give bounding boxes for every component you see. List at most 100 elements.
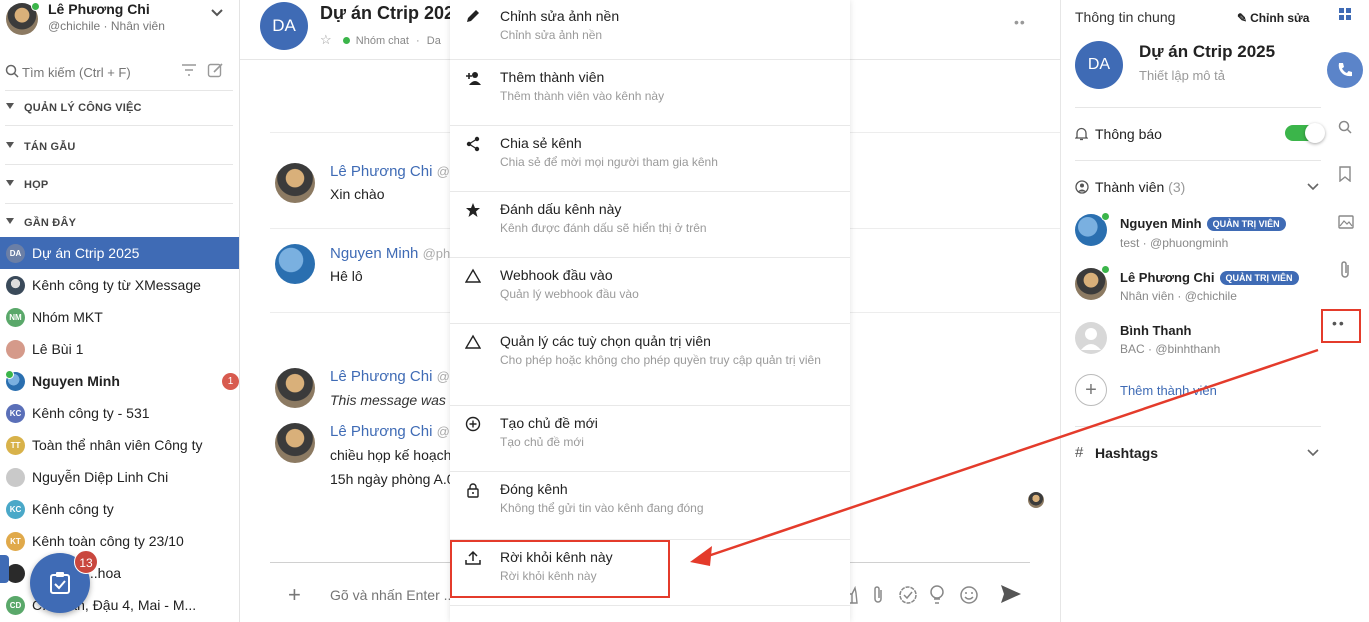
emoji-icon[interactable] [959, 585, 979, 605]
paperclip-icon[interactable] [1338, 261, 1352, 279]
notification-toggle[interactable] [1285, 123, 1325, 143]
user-circle-icon [1075, 180, 1089, 194]
task-count-badge: 13 [74, 550, 98, 574]
add-member-link[interactable]: Thêm thành viên [1120, 383, 1217, 398]
channel-item[interactable]: TT Toàn thể nhân viên Công ty [0, 429, 239, 461]
meta-separator: · [416, 35, 420, 47]
message-avatar[interactable] [275, 163, 315, 203]
message-author[interactable]: Nguyen Minh @ph [330, 245, 450, 262]
channel-item[interactable]: KT Kênh toàn công ty 23/10 [0, 525, 239, 557]
plus-circle-icon [465, 416, 481, 432]
channel-name: Kênh công ty - 531 [32, 405, 150, 421]
more-options-icon[interactable]: •• [1014, 14, 1026, 30]
edit-info-button[interactable]: ✎ Chỉnh sửa [1237, 11, 1309, 25]
message-author[interactable]: Lê Phương Chi @c [330, 423, 456, 440]
menu-item-title: Đóng kênh [500, 481, 568, 497]
divider [1075, 426, 1321, 427]
member-subtitle: BAC · @binhthanh [1120, 342, 1221, 356]
lightbulb-icon[interactable] [929, 585, 945, 605]
add-member-icon[interactable]: + [1075, 374, 1107, 406]
channel-name: Kênh công ty [32, 501, 114, 517]
menu-item-add-member[interactable]: Thêm thành viên Thêm thành viên vào kênh… [450, 60, 850, 126]
channel-item[interactable]: KC Kênh công ty - 531 [0, 397, 239, 429]
member-name[interactable]: Bình Thanh [1120, 323, 1192, 338]
chevron-down-icon[interactable] [210, 6, 224, 20]
chevron-down-icon[interactable] [1307, 448, 1319, 458]
menu-item-close-channel[interactable]: Đóng kênh Không thể gửi tin vào kênh đan… [450, 472, 850, 540]
channel-item[interactable]: Nguyen Minh 1 [0, 365, 239, 397]
section-label: QUẢN LÝ CÔNG VIỆC [24, 102, 142, 114]
more-options-button-highlight[interactable]: •• [1321, 309, 1361, 343]
menu-item-share-channel[interactable]: Chia sẻ kênh Chia sẻ để mời mọi người th… [450, 126, 850, 192]
members-header[interactable]: Thành viên (3) [1095, 179, 1185, 195]
author-name: Nguyen Minh [330, 245, 419, 262]
channel-item-active[interactable]: DA Dự án Ctrip 2025 [0, 237, 239, 269]
sidebar: Lê Phương Chi @chichile · Nhân viên QUẢN… [0, 0, 240, 622]
members-count: (3) [1168, 179, 1186, 195]
message-author[interactable]: Lê Phương Chi @c [330, 163, 456, 180]
message-avatar[interactable] [275, 244, 315, 284]
section-meeting[interactable]: HỌP [0, 177, 239, 195]
search-bar [0, 58, 239, 86]
menu-item-bookmark-channel[interactable]: Đánh dấu kênh này Kênh được đánh dấu sẽ … [450, 192, 850, 258]
section-chat[interactable]: TÁN GẪU [0, 139, 239, 157]
star-icon[interactable]: ☆ [320, 32, 332, 47]
member-name-text: Lê Phương Chi [1120, 270, 1215, 285]
channel-item[interactable]: NM Nhóm MKT [0, 301, 239, 333]
info-avatar[interactable]: DA [1075, 41, 1123, 89]
member-name[interactable]: Lê Phương Chi QUẢN TRỊ VIÊN [1120, 270, 1299, 285]
triangle-icon [465, 268, 481, 283]
plus-icon[interactable]: + [288, 582, 301, 608]
section-work[interactable]: QUẢN LÝ CÔNG VIỆC [0, 100, 239, 118]
section-recent[interactable]: GẦN ĐÂY [0, 215, 239, 233]
send-icon[interactable] [1000, 583, 1022, 605]
menu-item-webhook[interactable]: Webhook đầu vào Quản lý webhook đầu vào [450, 258, 850, 324]
author-handle: @ph [422, 246, 451, 261]
member-name[interactable]: Nguyen Minh QUẢN TRỊ VIÊN [1120, 216, 1286, 231]
author-name: Lê Phương Chi [330, 423, 433, 440]
channel-avatar: TT [6, 436, 25, 455]
add-person-icon [466, 72, 481, 85]
message-input[interactable] [330, 585, 450, 605]
channel-item[interactable]: KC Kênh công ty [0, 493, 239, 525]
member-avatar-placeholder[interactable] [1075, 322, 1107, 354]
channel-item[interactable]: Kênh công ty từ XMessage [0, 269, 239, 301]
hashtags-label[interactable]: Hashtags [1095, 445, 1158, 461]
menu-item-edit-background[interactable]: Chỉnh sửa ảnh nền Chỉnh sửa ảnh nền [450, 0, 850, 60]
share-icon [466, 136, 480, 152]
user-header[interactable]: Lê Phương Chi @chichile · Nhân viên [0, 0, 239, 42]
filter-icon[interactable] [181, 63, 197, 77]
more-dots-icon: •• [1332, 315, 1346, 331]
menu-item-admin-options[interactable]: Quản lý các tuỳ chọn quản trị viên Cho p… [450, 324, 850, 406]
channel-avatar: DA [260, 2, 308, 50]
star-icon [466, 203, 480, 217]
message-avatar[interactable] [275, 368, 315, 408]
grid-icon[interactable] [1338, 7, 1352, 21]
menu-item-title: Webhook đầu vào [500, 267, 613, 283]
image-icon[interactable] [1338, 215, 1354, 229]
channel-item[interactable]: Nguyễn Diệp Linh Chi [0, 461, 239, 493]
channel-name: Toàn thể nhân viên Công ty [32, 437, 203, 453]
online-indicator [31, 2, 40, 11]
channel-name: Nguyễn Diệp Linh Chi [32, 469, 169, 485]
call-button[interactable] [1327, 52, 1363, 88]
channel-item[interactable]: Lê Bùi 1 [0, 333, 239, 365]
set-description-link[interactable]: Thiết lập mô tả [1139, 68, 1225, 83]
info-channel-name: Dự án Ctrip 2025 [1139, 42, 1276, 61]
bookmark-icon[interactable] [1338, 166, 1352, 182]
badge-check-icon[interactable] [898, 585, 918, 605]
channel-avatar: KC [6, 404, 25, 423]
message-author[interactable]: Lê Phương Chi @c [330, 368, 456, 385]
divider [1075, 107, 1321, 108]
online-indicator [1101, 212, 1110, 221]
search-icon[interactable] [1338, 120, 1352, 134]
divider [5, 164, 233, 165]
search-input[interactable] [22, 60, 172, 84]
chevron-down-icon[interactable] [1307, 182, 1319, 192]
compose-icon[interactable] [207, 62, 224, 79]
menu-item-new-topic[interactable]: Tạo chủ đề mới Tạo chủ đề mới [450, 406, 850, 472]
channel-info-panel: Thông tin chung ✎ Chỉnh sửa DA Dự án Ctri… [1060, 0, 1329, 622]
left-edge-tab[interactable] [0, 555, 9, 583]
message-avatar[interactable] [275, 423, 315, 463]
attachment-icon[interactable] [870, 585, 886, 605]
